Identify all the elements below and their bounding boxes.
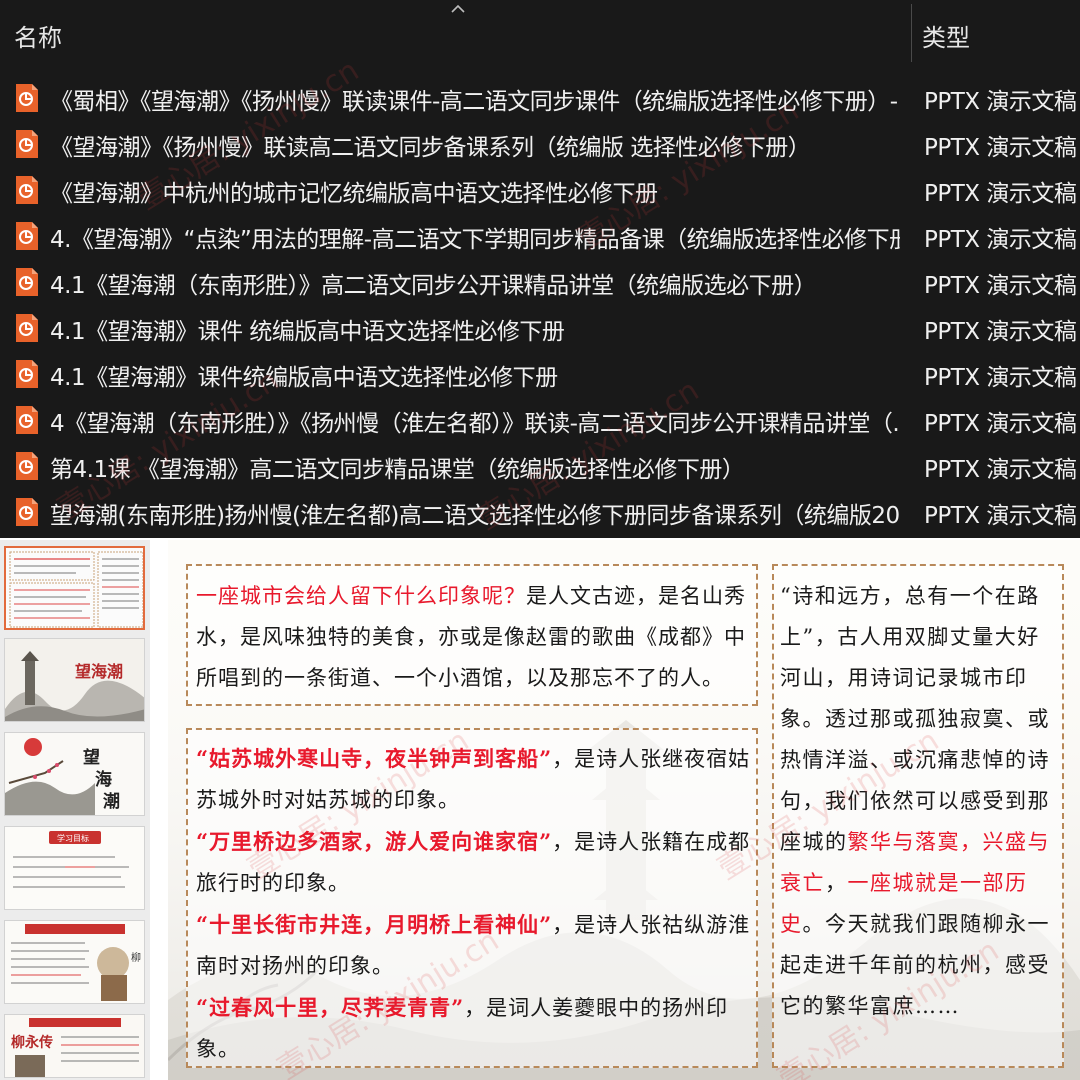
file-type: PPTX 演示文稿: [924, 365, 1077, 391]
file-type: PPTX 演示文稿: [924, 503, 1077, 529]
file-name[interactable]: 4.《望海潮》“点染”用法的理解-高二语文下学期同步精品备课（统编版选择性必修下…: [50, 220, 900, 254]
thumbnail-content-6: 柳永传: [5, 1015, 144, 1077]
slide-thumbnail-3[interactable]: 望 海 潮: [4, 732, 145, 816]
pptx-file-icon: [16, 222, 38, 250]
slide-thumbnail-1[interactable]: [4, 546, 145, 630]
pptx-file-icon: [16, 176, 38, 204]
file-row[interactable]: 4.1《望海潮》课件统编版高中语文选择性必修下册 PPTX 演示文稿: [0, 350, 1080, 396]
pptx-file-icon: [16, 452, 38, 480]
column-header-name[interactable]: 名称: [14, 18, 62, 53]
file-row[interactable]: 4.《望海潮》“点染”用法的理解-高二语文下学期同步精品备课（统编版选择性必修下…: [0, 212, 1080, 258]
file-type: PPTX 演示文稿: [924, 181, 1077, 207]
sort-ascending-icon[interactable]: [450, 2, 466, 14]
column-separator[interactable]: [911, 4, 912, 62]
file-type: PPTX 演示文稿: [924, 89, 1077, 115]
file-row[interactable]: 4.1《望海潮》课件 统编版高中语文选择性必修下册 PPTX 演示文稿: [0, 304, 1080, 350]
thumbnail-content-5: 柳: [5, 921, 144, 1003]
svg-text:柳: 柳: [131, 951, 141, 964]
thumbnail-content-4: 学习目标: [5, 827, 144, 909]
slide-thumbnail-5[interactable]: 柳: [4, 920, 145, 1004]
pptx-file-icon: [16, 498, 38, 526]
file-name[interactable]: 4.1《望海潮》课件 统编版高中语文选择性必修下册: [50, 312, 900, 346]
file-type: PPTX 演示文稿: [924, 457, 1077, 483]
poem-quote: “十里长街市井连，月明桥上看神仙”: [196, 912, 553, 937]
file-type: PPTX 演示文稿: [924, 319, 1077, 345]
pptx-file-icon: [16, 84, 38, 112]
column-header-type[interactable]: 类型: [922, 18, 970, 53]
slide-thumbnail-6[interactable]: 柳永传: [4, 1014, 145, 1078]
slide-thumbnail-2[interactable]: 望海潮: [4, 638, 145, 722]
file-type: PPTX 演示文稿: [924, 227, 1077, 253]
svg-text:柳永传: 柳永传: [11, 1034, 53, 1051]
file-name[interactable]: 4.1《望海潮》课件统编版高中语文选择性必修下册: [50, 358, 900, 392]
thumbnail-content-2: 望海潮: [5, 639, 144, 721]
file-row[interactable]: 《蜀相》《望海潮》《扬州慢》联读课件-高二语文同步课件（统编版选择性必修下册）-…: [0, 74, 1080, 120]
column-header-row: 名称 类型: [0, 0, 1080, 66]
pptx-file-icon: [16, 314, 38, 342]
pptx-file-icon: [16, 406, 38, 434]
text-box-poems: “姑苏城外寒山寺，夜半钟声到客船”，是诗人张继夜宿姑苏城外时对姑苏城的印象。 “万…: [186, 728, 758, 1068]
pptx-file-icon: [16, 360, 38, 388]
file-type: PPTX 演示文稿: [924, 135, 1077, 161]
slide-thumbnail-pane: 望海潮 望 海 潮 学习目标 柳 柳永传: [0, 540, 150, 1080]
thumbnail-content-3: 望 海 潮: [5, 733, 144, 815]
file-type: PPTX 演示文稿: [924, 273, 1077, 299]
intro-paragraph: 一座城市会给人留下什么印象呢？是人文古迹，是名山秀水，是风味独特的美食，亦或是像…: [196, 576, 752, 699]
thumbnail-title-2: 望海潮: [75, 662, 123, 681]
svg-text:海: 海: [95, 769, 112, 790]
intro-question: 一座城市会给人留下什么印象呢？: [196, 584, 526, 608]
file-name[interactable]: 4.1《望海潮（东南形胜）》高二语文同步公开课精品讲堂（统编版选必下册）: [50, 266, 900, 300]
pptx-file-icon: [16, 268, 38, 296]
svg-text:望: 望: [83, 747, 100, 768]
reflection-text-2: ，: [825, 871, 848, 895]
thumbnail-content-1: [9, 551, 143, 628]
svg-text:潮: 潮: [103, 791, 120, 812]
poem-quotes-list: “姑苏城外寒山寺，夜半钟声到客船”，是诗人张继夜宿姑苏城外时对姑苏城的印象。 “万…: [196, 738, 752, 1070]
file-row[interactable]: 4.1《望海潮（东南形胜）》高二语文同步公开课精品讲堂（统编版选必下册） PPTX…: [0, 258, 1080, 304]
file-type: PPTX 演示文稿: [924, 411, 1077, 437]
thumbnail-title-4: 学习目标: [57, 833, 89, 843]
slide-thumbnail-4[interactable]: 学习目标: [4, 826, 145, 910]
text-box-intro: 一座城市会给人留下什么印象呢？是人文古迹，是名山秀水，是风味独特的美食，亦或是像…: [186, 564, 758, 706]
pptx-file-icon: [16, 130, 38, 158]
